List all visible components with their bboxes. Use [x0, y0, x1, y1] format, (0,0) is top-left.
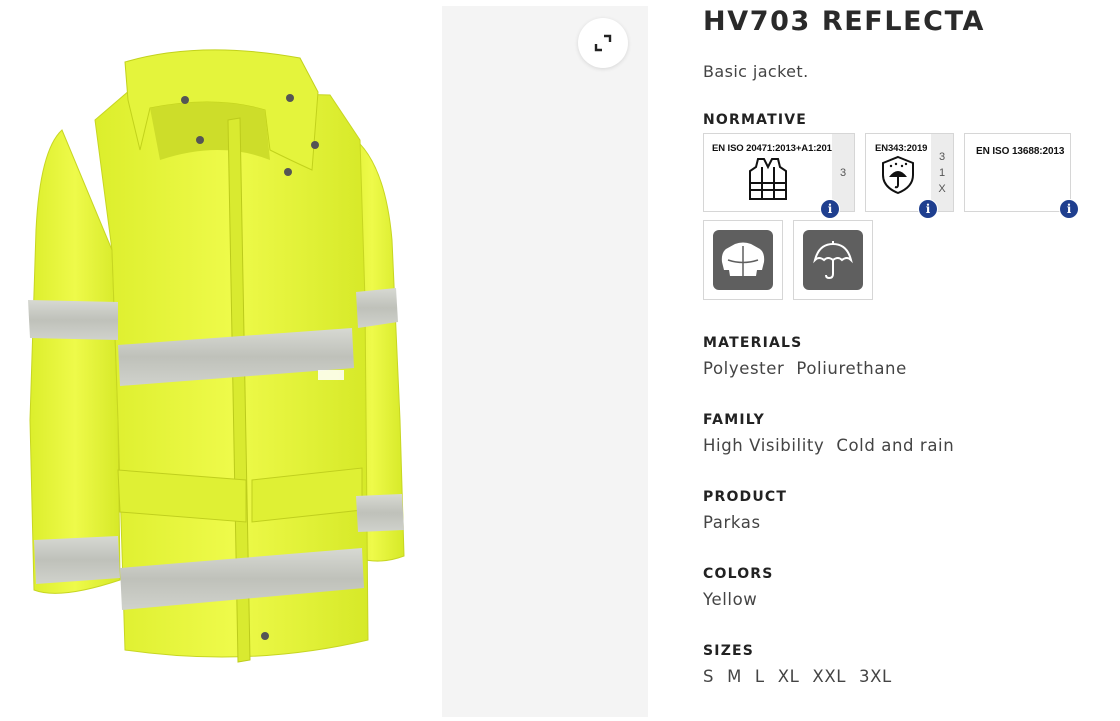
sizes-values: S M L XL XXL 3XL — [703, 667, 905, 686]
hi-vis-vest-icon — [749, 158, 787, 200]
normative-code: EN ISO 13688:2013 — [976, 146, 1065, 157]
product-image[interactable] — [0, 0, 440, 717]
product-type-values: Parkas — [703, 513, 773, 532]
rain-umbrella-shield-icon — [882, 155, 914, 195]
size-item: L — [754, 667, 765, 686]
materials-values: Polyester Poliurethane — [703, 359, 919, 378]
product-type-item[interactable]: Parkas — [703, 513, 761, 532]
product-subtitle: Basic jacket. — [703, 62, 809, 81]
product-type-label: PRODUCT — [703, 489, 788, 505]
materials-label: MATERIALS — [703, 335, 803, 351]
normative-label: NORMATIVE — [703, 112, 808, 128]
size-item: S — [703, 667, 715, 686]
gallery-panel — [442, 6, 648, 717]
colors-label: COLORS — [703, 566, 774, 582]
class-value: 1 — [938, 166, 946, 179]
size-item: XXL — [812, 667, 847, 686]
class-value: 3 — [839, 166, 847, 179]
normative-badge-en-iso-13688[interactable]: EN ISO 13688:2013 — [964, 133, 1071, 212]
family-label: FAMILY — [703, 412, 766, 428]
size-item: 3XL — [859, 667, 892, 686]
hi-vis-parka-photo — [28, 49, 405, 663]
color-item: Yellow — [703, 590, 758, 609]
class-value: X — [938, 182, 946, 195]
expand-icon — [594, 34, 612, 52]
info-icon[interactable]: i — [1059, 199, 1079, 219]
feature-cold-protection[interactable] — [703, 220, 783, 300]
class-values: 3 1 X — [931, 134, 953, 211]
normative-code: EN ISO 20471:2013+A1:2016 — [712, 143, 838, 154]
family-values: High Visibility Cold and rain — [703, 436, 966, 455]
product-title: HV703 REFLECTA — [703, 6, 986, 37]
class-value: 3 — [938, 150, 946, 163]
class-values: 3 — [832, 134, 854, 211]
normative-code: EN343:2019 — [875, 143, 928, 154]
normative-badge-en343[interactable]: EN343:2019 3 1 X — [865, 133, 954, 212]
sizes-label: SIZES — [703, 643, 755, 659]
info-icon[interactable]: i — [820, 199, 840, 219]
umbrella-icon — [813, 241, 853, 280]
family-item[interactable]: Cold and rain — [836, 436, 954, 455]
family-item[interactable]: High Visibility — [703, 436, 824, 455]
colors-values: Yellow — [703, 590, 769, 609]
material-item: Poliurethane — [796, 359, 907, 378]
size-item: XL — [777, 667, 800, 686]
material-item: Polyester — [703, 359, 785, 378]
info-icon[interactable]: i — [918, 199, 938, 219]
size-item: M — [727, 667, 742, 686]
padded-jacket-icon — [721, 242, 765, 276]
zoom-button[interactable] — [578, 18, 628, 68]
feature-rain-protection[interactable] — [793, 220, 873, 300]
